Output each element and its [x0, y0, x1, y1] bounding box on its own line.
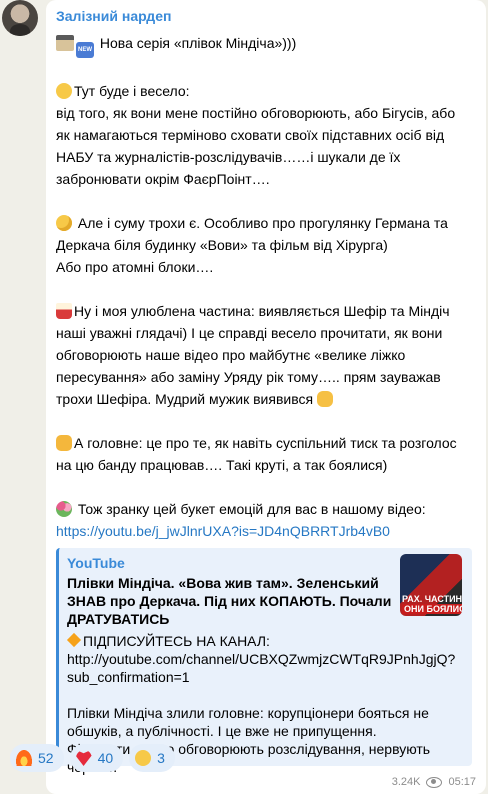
- smirk-face-icon: [56, 83, 72, 99]
- sad-sweat-face-icon: [56, 215, 72, 231]
- message-headline: NEW Нова серія «плівок Міндіча»))): [56, 32, 476, 58]
- message-meta: 3.24K 05:17: [392, 776, 476, 788]
- preview-title[interactable]: Плівки Міндіча. «Вова жив там». Зеленськ…: [67, 574, 397, 628]
- reaction-tongue-face[interactable]: 3: [129, 744, 175, 772]
- view-count: 3.24K: [391, 776, 421, 788]
- eye-icon: [426, 776, 443, 788]
- paragraph-1-line: від того, як вони мене постійно обговорю…: [56, 105, 456, 121]
- reactions-bar: 52 40 3: [10, 744, 175, 772]
- reaction-count: 3: [157, 750, 165, 766]
- video-link-line: https://youtu.be/j_jwJlnrUXA?is=JD4nQBRR…: [56, 520, 476, 542]
- paragraph-4-line: А головне: це про те, як навіть суспільн…: [56, 432, 476, 454]
- message-bubble: Залізний нардеп NEW Нова серія «плівок М…: [46, 0, 486, 794]
- paragraph-5-line: Тож зранку цей букет емоцій для вас в на…: [56, 498, 476, 520]
- channel-name[interactable]: Залізний нардеп: [56, 6, 476, 26]
- fire-icon: [16, 750, 32, 766]
- popcorn-icon: [56, 303, 72, 319]
- reaction-count: 40: [97, 750, 114, 766]
- bouquet-icon: [56, 501, 72, 517]
- preview-thumbnail[interactable]: РАХ. ЧАСТИНА ОНИ БОЯЛИС: [400, 554, 462, 616]
- paragraph-4-line: на цю банду працював…. Такі круті, а так…: [56, 457, 388, 473]
- paragraph-1-line: забронювати окрім ФаєрПоінт….: [56, 171, 270, 187]
- raised-fist-icon: [56, 435, 72, 451]
- reaction-fire[interactable]: 52: [10, 744, 64, 772]
- paragraph-2-line: Але і суму трохи є. Особливо про прогуля…: [56, 212, 476, 234]
- paragraph-3-line: трохи Шефіра. Мудрий мужик виявився: [56, 388, 476, 410]
- tongue-face-icon: [135, 750, 152, 766]
- orange-diamond-icon: [66, 632, 82, 648]
- film-frames-icon: [56, 35, 74, 51]
- paragraph-1-line: Тут буде і весело:: [56, 80, 476, 102]
- paragraph-3-line: обговорюють наше відео про майбутнє «вел…: [56, 347, 406, 363]
- paragraph-2-line: Або про атомні блоки….: [56, 259, 214, 275]
- paragraph-3-line: наші уважні глядачі) І це справді весело…: [56, 325, 443, 341]
- reaction-count: 52: [38, 750, 54, 766]
- message-time: 05:17: [448, 776, 476, 788]
- video-link[interactable]: https://youtu.be/j_jwJlnrUXA?is=JD4nQBRR…: [56, 523, 390, 539]
- channel-avatar[interactable]: [2, 0, 38, 36]
- paragraph-3-line: Ну і моя улюблена частина: виявляється Ш…: [56, 300, 476, 322]
- paragraph-1-line: як намагаються терміново сховати своїх п…: [56, 127, 445, 143]
- handshake-icon: [316, 391, 333, 407]
- link-preview-card[interactable]: YouTube Плівки Міндіча. «Вова жив там». …: [56, 548, 472, 775]
- reaction-heart[interactable]: 40: [69, 744, 124, 772]
- new-badge-icon: NEW: [76, 42, 94, 58]
- paragraph-2-line: Деркача біля будинку «Вови» та фільм від…: [56, 237, 388, 253]
- paragraph-3-line: пересування» або заміну Уряду рік тому….…: [56, 369, 441, 385]
- heart-icon: [75, 750, 92, 766]
- paragraph-1-line: НАБУ та журналістів-розслідувачів……і шук…: [56, 149, 401, 165]
